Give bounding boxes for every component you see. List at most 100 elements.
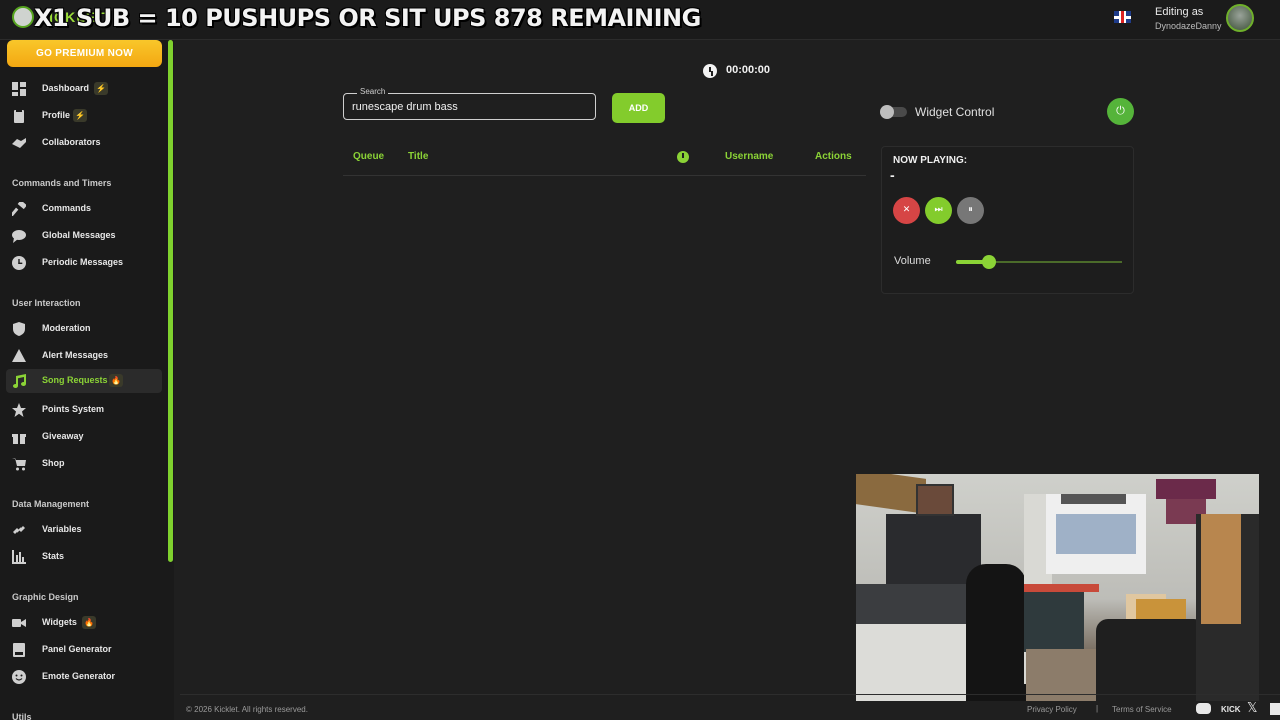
sidebar-item-label: Periodic Messages xyxy=(42,257,124,267)
power-button[interactable] xyxy=(1107,98,1134,125)
footer-divider xyxy=(180,694,1280,695)
sidebar-item-song-requests[interactable]: Song Requests 🔥 xyxy=(6,369,162,393)
sidebar-item-collaborators[interactable]: Collaborators xyxy=(6,131,162,155)
editing-as-label: Editing as xyxy=(1155,6,1204,18)
sidebar-item-label: Alert Messages xyxy=(42,350,109,360)
pause-button[interactable]: ⏸ xyxy=(957,197,984,224)
hot-badge: 🔥 xyxy=(109,374,123,387)
sidebar-item-dashboard[interactable]: Dashboard ⚡ xyxy=(6,77,162,101)
social-link-icon[interactable] xyxy=(1270,703,1280,715)
kick-link[interactable]: KICK xyxy=(1221,705,1241,714)
section-graphic-design: Graphic Design xyxy=(12,592,79,602)
webcam-overlay xyxy=(856,474,1259,701)
sidebar-item-label: Stats xyxy=(42,551,65,561)
sidebar-item-giveaway[interactable]: Giveaway xyxy=(6,425,162,449)
x-twitter-icon[interactable]: 𝕏 xyxy=(1247,701,1257,716)
volume-slider-thumb[interactable] xyxy=(982,255,997,269)
stop-button[interactable]: ✕ xyxy=(893,197,920,224)
sidebar-item-label: Profile xyxy=(42,110,71,120)
avatar[interactable] xyxy=(1226,4,1254,32)
search-input[interactable] xyxy=(352,99,588,115)
uk-flag-icon[interactable] xyxy=(1114,11,1131,23)
hammer-icon xyxy=(10,200,27,217)
sidebar-item-shop[interactable]: Shop xyxy=(6,452,162,476)
sidebar-item-label: Shop xyxy=(42,458,65,468)
sidebar-item-label: Global Messages xyxy=(42,230,116,240)
go-premium-button[interactable]: GO PREMIUM NOW xyxy=(7,40,162,67)
now-playing-title: NOW PLAYING: xyxy=(893,155,968,166)
bar-chart-icon xyxy=(12,550,26,564)
section-data-management: Data Management xyxy=(12,499,90,509)
song-timer: 00:00:00 xyxy=(726,64,771,76)
column-header-title[interactable]: Title xyxy=(408,151,428,162)
editing-username: DynodazeDanny xyxy=(1155,21,1222,31)
sidebar-item-global-messages[interactable]: Global Messages xyxy=(6,224,162,248)
clock-icon xyxy=(12,256,26,270)
sidebar-item-alert-messages[interactable]: Alert Messages xyxy=(6,344,162,368)
sidebar-item-points-system[interactable]: Points System xyxy=(6,398,162,422)
kicklet-logo-icon[interactable] xyxy=(12,6,34,28)
sidebar-item-profile[interactable]: Profile ⚡ xyxy=(6,104,162,128)
sidebar-item-label: Song Requests xyxy=(42,375,108,385)
widget-control-toggle[interactable] xyxy=(880,105,907,119)
column-header-username[interactable]: Username xyxy=(725,151,773,162)
sidebar-item-periodic-messages[interactable]: Periodic Messages xyxy=(6,251,162,275)
now-playing-song: - xyxy=(890,167,895,183)
smile-icon xyxy=(12,670,26,684)
link-icon xyxy=(12,523,26,537)
camera-icon xyxy=(12,616,26,630)
warning-icon xyxy=(12,349,26,363)
shield-icon xyxy=(12,322,26,336)
hot-badge: 🔥 xyxy=(82,616,96,629)
stream-overlay-banner: X1 SUB = 10 PUSHUPS OR SIT UPS 878 REMAI… xyxy=(34,4,701,32)
table-divider xyxy=(343,175,866,176)
sidebar-scrollbar[interactable] xyxy=(168,40,173,562)
column-header-queue[interactable]: Queue xyxy=(353,151,384,162)
dashboard-icon xyxy=(12,82,26,96)
section-utils: Utils xyxy=(12,712,32,720)
copyright-text: © 2026 Kicklet. All rights reserved. xyxy=(186,705,308,714)
sidebar-item-widgets[interactable]: Widgets 🔥 xyxy=(6,611,162,635)
gift-icon xyxy=(12,430,26,444)
clock-icon xyxy=(703,64,717,78)
now-playing-panel: NOW PLAYING: - ✕ ⏭ ⏸ Volume xyxy=(881,146,1134,294)
sidebar-item-commands[interactable]: Commands xyxy=(6,197,162,221)
terms-of-service-link[interactable]: Terms of Service xyxy=(1112,705,1172,714)
section-user-interaction: User Interaction xyxy=(12,298,81,308)
sidebar: GO PREMIUM NOW Dashboard ⚡ Profile ⚡ Col… xyxy=(0,40,174,720)
sidebar-item-emote-generator[interactable]: Emote Generator xyxy=(6,665,162,689)
search-field[interactable] xyxy=(343,93,596,120)
premium-badge: ⚡ xyxy=(94,82,108,95)
add-button[interactable]: ADD xyxy=(612,93,665,123)
premium-badge: ⚡ xyxy=(73,109,87,122)
search-label: Search xyxy=(357,87,389,96)
section-commands-and-timers: Commands and Timers xyxy=(12,178,112,188)
privacy-policy-link[interactable]: Privacy Policy xyxy=(1027,705,1077,714)
sidebar-item-stats[interactable]: Stats xyxy=(6,545,162,569)
sidebar-item-label: Points System xyxy=(42,404,105,414)
chat-icon xyxy=(12,229,26,243)
close-icon: ✕ xyxy=(902,205,911,215)
sidebar-item-label: Collaborators xyxy=(42,137,101,147)
widget-control-label: Widget Control xyxy=(915,105,995,119)
skip-button[interactable]: ⏭ xyxy=(925,197,952,224)
handshake-icon xyxy=(12,136,26,150)
skip-icon: ⏭ xyxy=(934,205,943,215)
sidebar-item-variables[interactable]: Variables xyxy=(6,518,162,542)
music-icon xyxy=(12,374,26,388)
sidebar-item-label: Widgets xyxy=(42,617,77,627)
sidebar-item-label: Commands xyxy=(42,203,92,213)
panel-icon xyxy=(12,643,26,657)
duration-clock-icon xyxy=(677,151,689,163)
sidebar-item-panel-generator[interactable]: Panel Generator xyxy=(6,638,162,662)
footer-separator: | xyxy=(1096,704,1099,713)
top-bar: KICKLET X1 SUB = 10 PUSHUPS OR SIT UPS 8… xyxy=(0,0,1280,40)
volume-label: Volume xyxy=(894,255,931,267)
discord-icon[interactable] xyxy=(1196,703,1211,714)
sidebar-item-label: Giveaway xyxy=(42,431,84,441)
sidebar-item-moderation[interactable]: Moderation xyxy=(6,317,162,341)
column-header-actions: Actions xyxy=(815,151,852,162)
sidebar-item-label: Dashboard xyxy=(42,83,90,93)
star-icon xyxy=(12,403,26,417)
app-window: KICKLET X1 SUB = 10 PUSHUPS OR SIT UPS 8… xyxy=(0,0,1280,720)
